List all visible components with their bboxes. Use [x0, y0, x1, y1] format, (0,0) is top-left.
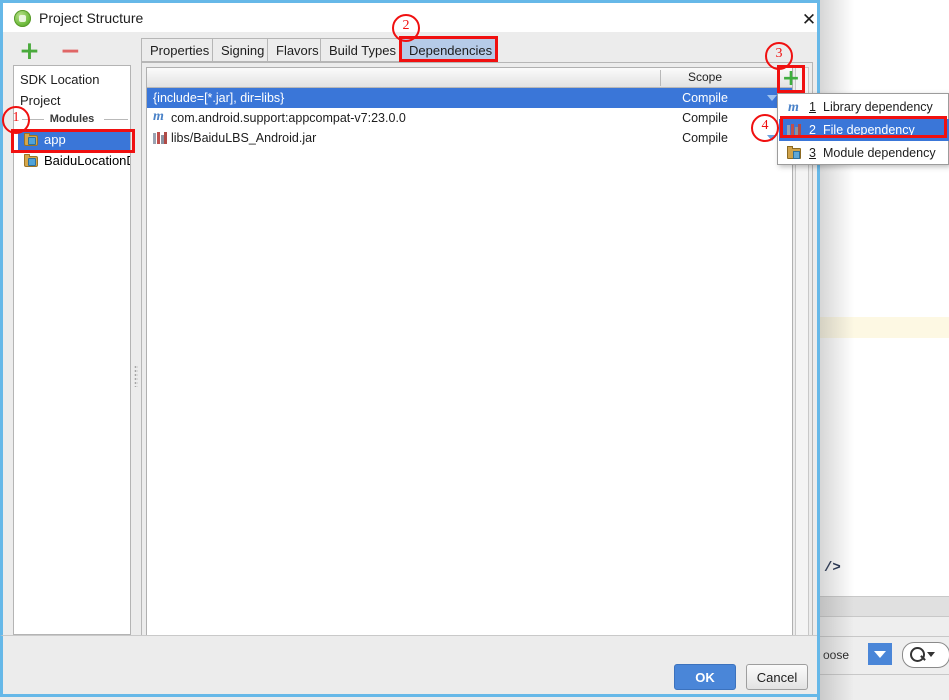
- menu-item-label: Library dependency: [823, 100, 933, 114]
- add-dependency-button[interactable]: +: [780, 68, 802, 90]
- dependencies-table[interactable]: Scope {include=[*.jar], dir=libs} Compil…: [146, 67, 793, 663]
- jar-file-icon: [787, 123, 803, 138]
- tree-item-sdk-location[interactable]: SDK Location: [20, 69, 100, 90]
- cell-dependency-name: libs/BaiduLBS_Android.jar: [171, 131, 317, 145]
- column-header-scope[interactable]: Scope: [665, 68, 745, 87]
- table-row[interactable]: {include=[*.jar], dir=libs} Compile: [147, 88, 792, 108]
- maven-m-icon: m: [788, 100, 799, 115]
- maven-m-icon: m: [153, 109, 168, 125]
- phone-shape: [28, 137, 36, 145]
- dependencies-panel: Scope {include=[*.jar], dir=libs} Compil…: [141, 62, 813, 666]
- tree-group-label: Modules: [49, 113, 95, 125]
- ide-chooser-label: oose: [823, 648, 850, 662]
- add-dependency-menu[interactable]: m 1 Library dependency 2 File dependency…: [777, 93, 949, 165]
- chevron-down-icon: [874, 650, 886, 658]
- dialog-body: + − SDK Location Project Modules app Bai…: [0, 32, 817, 666]
- tab-signing[interactable]: Signing: [212, 38, 268, 62]
- cancel-button[interactable]: Cancel: [746, 664, 808, 690]
- project-structure-tree[interactable]: SDK Location Project Modules app BaiduLo…: [13, 65, 131, 635]
- cell-dependency-name: com.android.support:appcompat-v7:23.0.0: [171, 111, 406, 125]
- plus-icon: +: [781, 66, 801, 91]
- menu-item-library-dependency[interactable]: m 1 Library dependency: [779, 96, 949, 118]
- maven-letter: m: [153, 109, 164, 124]
- ide-separator-4: [820, 674, 949, 675]
- ide-search-box[interactable]: [902, 642, 949, 668]
- cell-dependency-name: {include=[*.jar], dir=libs}: [153, 91, 285, 105]
- menu-item-module-dependency[interactable]: 3 Module dependency: [779, 142, 949, 164]
- tab-properties[interactable]: Properties: [141, 38, 213, 62]
- menu-mnemonic: 1: [809, 100, 816, 114]
- group-line-left: [22, 119, 44, 120]
- ide-chooser-dropdown-button[interactable]: [868, 643, 892, 665]
- tree-item-project[interactable]: Project: [20, 90, 60, 111]
- dialog-titlebar: Project Structure ✕: [0, 0, 817, 32]
- ok-button[interactable]: OK: [674, 664, 736, 690]
- tab-build-types[interactable]: Build Types: [320, 38, 401, 62]
- ide-separator-3: [820, 636, 949, 637]
- module-folder-icon: [787, 146, 803, 161]
- module-folder-icon: [24, 133, 39, 146]
- panel-splitter-handle[interactable]: [134, 365, 138, 387]
- remove-module-button[interactable]: −: [60, 38, 81, 64]
- cell-dependency-scope: Compile: [682, 91, 728, 105]
- phone-shape: [28, 158, 36, 166]
- tree-node-app[interactable]: app: [18, 130, 130, 150]
- menu-mnemonic: 2: [809, 123, 816, 137]
- tab-dependencies[interactable]: Dependencies: [400, 38, 498, 62]
- phone-shape: [793, 151, 800, 159]
- ide-code-fragment: />: [824, 560, 841, 576]
- chevron-down-icon[interactable]: [767, 95, 777, 101]
- menu-item-file-dependency[interactable]: 2 File dependency: [779, 119, 949, 141]
- add-module-button[interactable]: +: [19, 38, 40, 64]
- ide-toolbar-band: [820, 597, 949, 617]
- tree-node-label: app: [44, 132, 66, 147]
- project-structure-dialog: Project Structure ✕ + − SDK Location Pro…: [0, 0, 820, 700]
- dialog-title: Project Structure: [39, 10, 144, 26]
- menu-item-label: File dependency: [823, 123, 915, 137]
- table-row[interactable]: libs/BaiduLBS_Android.jar Compile: [147, 128, 792, 148]
- jar-bars: [787, 124, 801, 136]
- table-header-row: Scope: [147, 68, 792, 88]
- chevron-down-icon[interactable]: [767, 135, 777, 141]
- cell-dependency-scope: Compile: [682, 131, 728, 145]
- close-icon[interactable]: ✕: [798, 9, 820, 31]
- menu-item-label: Module dependency: [823, 146, 936, 160]
- screen-root: /> oose Project Structure ✕ + − SDK Loca…: [0, 0, 949, 700]
- tree-node-label: BaiduLocationD…: [44, 153, 130, 168]
- column-divider[interactable]: [660, 70, 661, 86]
- cell-dependency-scope: Compile: [682, 111, 728, 125]
- tree-node-baidulocationdemo[interactable]: BaiduLocationD…: [18, 151, 130, 171]
- table-row[interactable]: m com.android.support:appcompat-v7:23.0.…: [147, 108, 792, 128]
- menu-mnemonic: 3: [809, 146, 816, 160]
- tab-flavors[interactable]: Flavors: [267, 38, 321, 62]
- tree-group-modules: Modules: [18, 113, 128, 125]
- android-studio-icon: [14, 10, 31, 27]
- module-folder-icon: [24, 154, 39, 167]
- dialog-button-bar: OK Cancel: [0, 635, 817, 697]
- jar-file-icon: [153, 131, 168, 145]
- module-toolbar: + −: [11, 38, 131, 66]
- group-line-right: [104, 119, 128, 120]
- jar-bars: [153, 132, 167, 144]
- ide-editor-highlight-line: [820, 317, 949, 338]
- chevron-down-icon: [927, 652, 935, 657]
